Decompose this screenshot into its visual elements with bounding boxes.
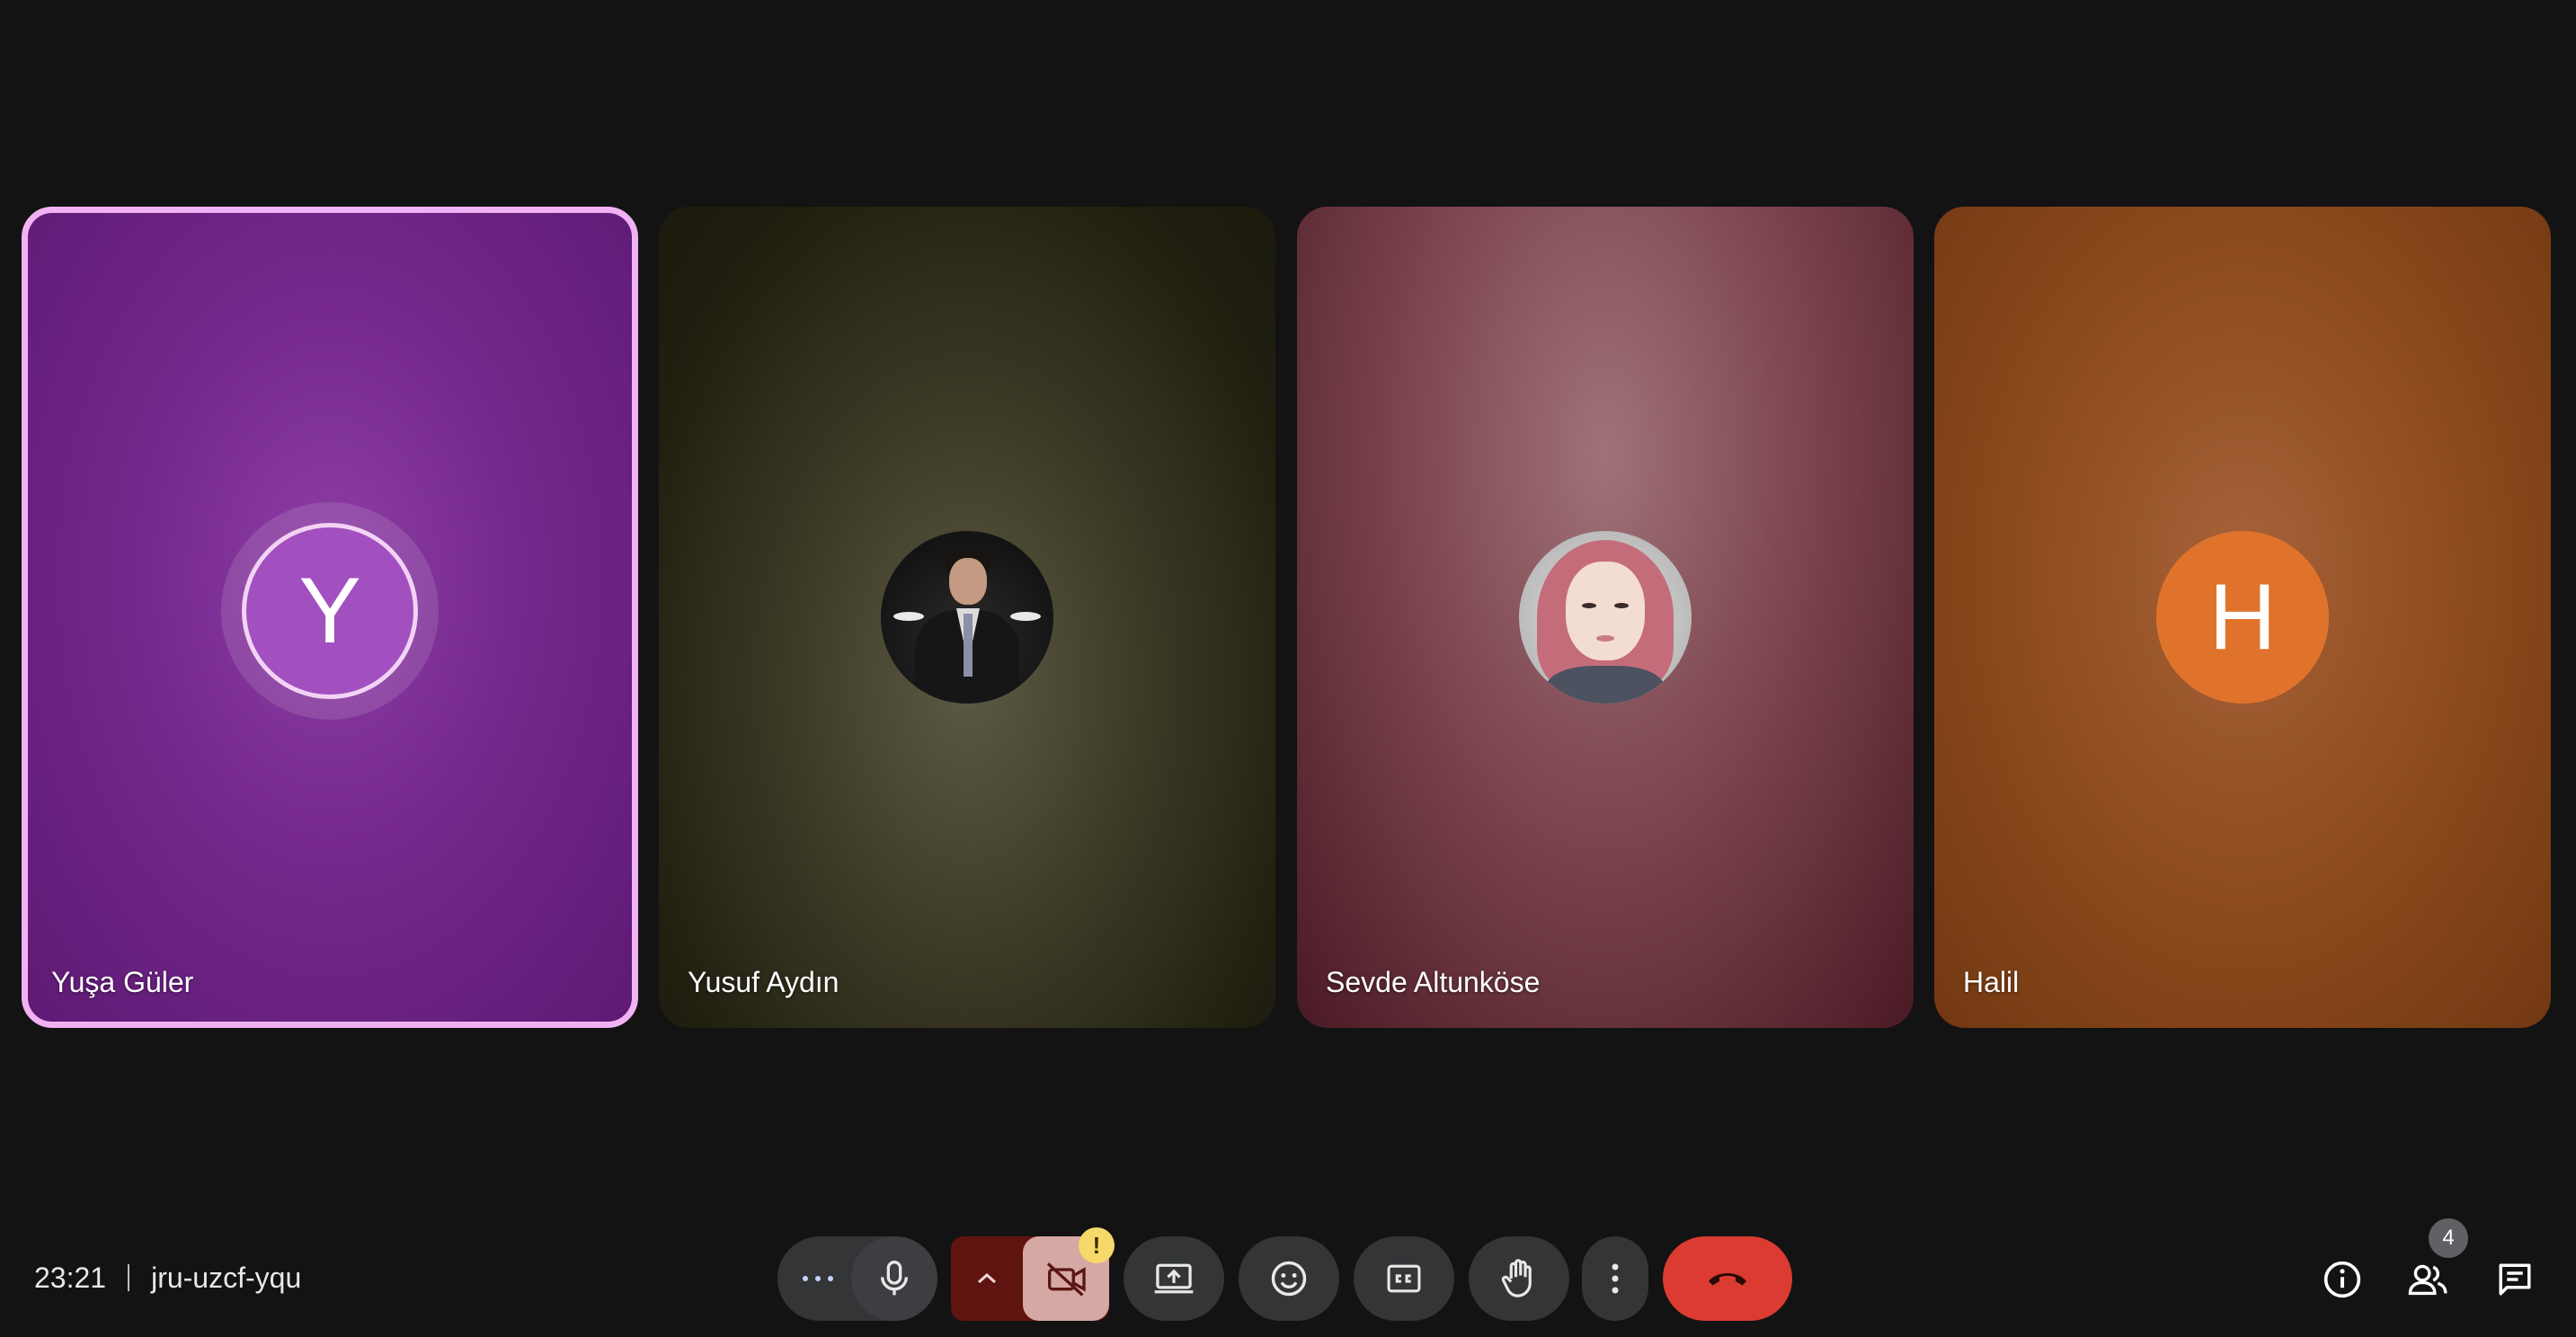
participant-tile-yusuf[interactable]: Yusuf Aydın [659, 207, 1275, 1028]
more-horiz-icon[interactable] [777, 1236, 858, 1321]
info-icon[interactable] [2319, 1256, 2366, 1303]
participant-name: Yuşa Güler [51, 966, 194, 998]
participant-name: Halil [1963, 966, 2020, 998]
leave-call-button[interactable] [1663, 1236, 1792, 1321]
emoji-button[interactable] [1239, 1236, 1339, 1321]
captions-button[interactable] [1354, 1236, 1454, 1321]
participant-count-badge: 4 [2429, 1218, 2468, 1258]
avatar [881, 531, 1053, 704]
hang-up-icon [1709, 1273, 1746, 1286]
participant-tile-halil[interactable]: H Halil [1934, 207, 2551, 1028]
microphone-button[interactable] [851, 1236, 937, 1321]
avatar: Y [242, 523, 418, 699]
mic-control-group [777, 1236, 937, 1321]
meeting-code[interactable]: jru-uzcf-yqu [151, 1262, 301, 1295]
raise-hand-button[interactable] [1469, 1236, 1569, 1321]
avatar [1519, 531, 1692, 704]
participant-name: Sevde Altunköse [1326, 966, 1541, 998]
more-vert-icon [1612, 1263, 1619, 1294]
avatar: H [2156, 531, 2329, 704]
hand-icon [1501, 1259, 1532, 1297]
warning-badge[interactable]: ! [1079, 1227, 1115, 1263]
microphone-icon [881, 1261, 908, 1296]
people-icon[interactable] [2405, 1256, 2452, 1303]
meeting-time: 23:21 [34, 1261, 107, 1294]
divider [128, 1264, 130, 1291]
emoji-icon [1271, 1261, 1307, 1297]
participant-name: Yusuf Aydın [688, 966, 839, 998]
participant-tile-yusa[interactable]: Y Yuşa Güler [22, 207, 638, 1028]
meeting-stage: Y Yuşa Güler Yusuf Aydın Sevde Altunköse… [0, 0, 2576, 1337]
present-screen-icon [1154, 1263, 1194, 1294]
chevron-up-icon[interactable] [951, 1236, 1023, 1321]
meeting-info: 23:21 jru-uzcf-yqu [34, 1260, 301, 1296]
camera-off-icon [1046, 1262, 1086, 1297]
captions-icon [1387, 1264, 1421, 1293]
more-options-button[interactable] [1582, 1236, 1648, 1321]
present-button[interactable] [1124, 1236, 1224, 1321]
chat-icon[interactable] [2492, 1256, 2538, 1303]
participant-tile-sevde[interactable]: Sevde Altunköse [1297, 207, 1914, 1028]
